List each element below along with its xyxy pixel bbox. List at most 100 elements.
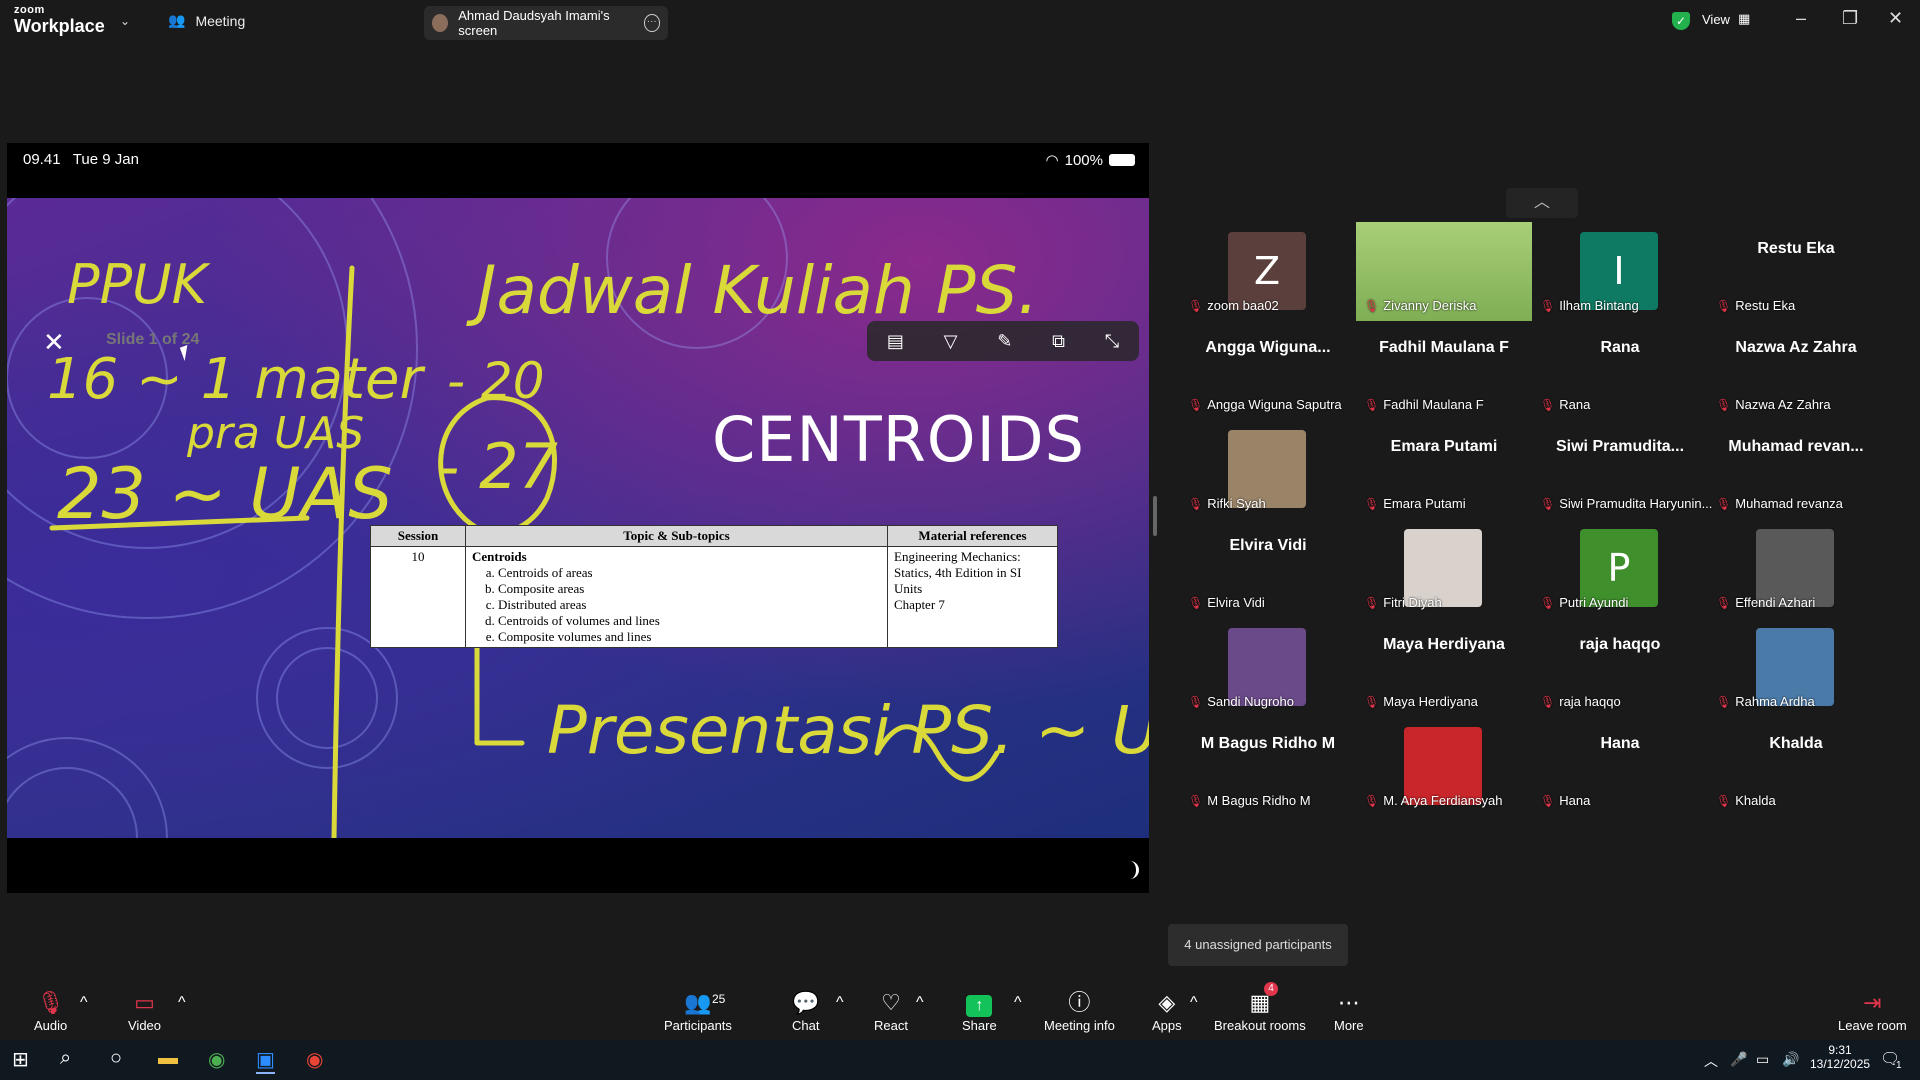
mic-muted-icon: 🎙 <box>1716 298 1732 313</box>
participant-tile[interactable]: Z 🎙 zoom baa02 <box>1180 222 1356 321</box>
clock[interactable]: 9:31 13/12/2025 <box>1810 1043 1870 1071</box>
participant-display-name: Maya Herdiyana <box>1383 636 1505 653</box>
participant-display-name: Restu Eka <box>1757 240 1835 257</box>
mic-muted-icon: 🎙 <box>1540 595 1556 610</box>
zoom-app-icon[interactable]: ▣ <box>256 1047 275 1074</box>
participant-display-name: Rana <box>1600 339 1640 356</box>
participant-tile[interactable]: M Bagus Ridho M 🎙 M Bagus Ridho M <box>1180 717 1356 816</box>
participant-tile[interactable]: 🎙 Sandi Nugroho <box>1180 618 1356 717</box>
share-button[interactable]: ↑ Share <box>962 990 997 1033</box>
participant-name-label: 🎙 Siwi Pramudita Haryunin... <box>1540 496 1712 511</box>
chevron-up-icon[interactable]: ︿ <box>1506 188 1578 218</box>
pen-icon[interactable]: ✎ <box>997 331 1012 352</box>
participant-name-label: 🎙 Ilham Bintang <box>1540 298 1639 313</box>
apps-caret-icon[interactable]: ^ <box>1190 994 1198 1012</box>
participant-tile[interactable]: Restu Eka 🎙 Restu Eka <box>1708 222 1884 321</box>
collapse-icon[interactable]: ⤡ <box>1105 331 1119 352</box>
participant-tile[interactable]: Rana 🎙 Rana <box>1532 321 1708 420</box>
participant-tile[interactable]: Elvira Vidi 🎙 Elvira Vidi <box>1180 519 1356 618</box>
tab-shared-screen[interactable]: Ahmad Daudsyah Imami's screen ··· <box>424 6 668 40</box>
network-icon[interactable]: ▭ <box>1756 1051 1769 1068</box>
participant-tile[interactable]: 🎙 Rifki Syah <box>1180 420 1356 519</box>
participant-tile[interactable]: P 🎙 Putri Ayundi <box>1532 519 1708 618</box>
apps-button[interactable]: ◈ Apps <box>1152 990 1182 1033</box>
react-caret-icon[interactable]: ^ <box>916 994 924 1012</box>
mic-muted-icon: 🎙 <box>1364 298 1380 313</box>
loading-spinner-icon <box>1121 861 1139 879</box>
participant-tile[interactable]: 🎙 M. Arya Ferdiansyah <box>1356 717 1532 816</box>
participant-tile[interactable]: Siwi Pramudita... 🎙 Siwi Pramudita Haryuni… <box>1532 420 1712 519</box>
participant-name: Hana <box>1559 793 1591 808</box>
chrome-icon[interactable]: ◉ <box>208 1047 225 1072</box>
annotation-line-1: 16 ~ 1 mater <box>47 347 425 412</box>
participant-name: Effendi Azhari <box>1735 595 1816 610</box>
participant-name-label: 🎙 Fadhil Maulana F <box>1364 397 1484 412</box>
view-button[interactable]: View ▦ <box>1702 11 1750 27</box>
slides-icon[interactable]: ⧉ <box>1052 331 1065 352</box>
more-options-icon[interactable]: ··· <box>643 14 660 32</box>
chat-caret-icon[interactable]: ^ <box>836 994 844 1012</box>
participant-tile[interactable]: Nazwa Az Zahra 🎙 Nazwa Az Zahra <box>1708 321 1884 420</box>
share-caret-icon[interactable]: ^ <box>1014 994 1022 1012</box>
notes-icon[interactable]: ▤ <box>887 331 904 352</box>
participant-name-label: 🎙 Rifki Syah <box>1188 496 1266 511</box>
close-icon[interactable]: ✕ <box>1888 8 1903 29</box>
meeting-tab-label: Meeting <box>195 12 246 29</box>
resize-handle[interactable] <box>1153 496 1157 536</box>
participant-name: Ilham Bintang <box>1559 298 1639 313</box>
mic-muted-icon: 🎙 <box>1540 694 1556 709</box>
security-shield-icon[interactable]: ✓ <box>1672 12 1690 30</box>
chat-button[interactable]: 💬 Chat <box>792 990 819 1033</box>
unassigned-participants-tooltip: 4 unassigned participants <box>1168 924 1348 966</box>
tab-meeting[interactable]: 👥 Meeting <box>168 12 245 29</box>
video-options-caret-icon[interactable]: ^ <box>178 994 186 1012</box>
video-button[interactable]: ▭ Video <box>128 990 161 1033</box>
participant-tile[interactable]: 🎙 Effendi Azhari <box>1708 519 1884 618</box>
mic-muted-icon: 🎙 <box>1188 298 1204 313</box>
participant-tile[interactable]: I 🎙 Ilham Bintang <box>1532 222 1708 321</box>
participant-name: Fadhil Maulana F <box>1383 397 1484 412</box>
tray-chevron-icon[interactable]: ︿ <box>1704 1051 1718 1071</box>
audio-button[interactable]: 🎙 Audio <box>34 990 67 1033</box>
header-references: Material references <box>887 525 1058 547</box>
mic-muted-icon: 🎙 <box>1188 694 1204 709</box>
leave-room-button[interactable]: ⇥ Leave room <box>1838 990 1907 1033</box>
react-button[interactable]: ♡ React <box>874 990 908 1033</box>
participant-tile[interactable]: raja haqqo 🎙 raja haqqo <box>1532 618 1708 717</box>
list-item: Distributed areas <box>498 597 881 613</box>
file-explorer-icon[interactable]: ▬ <box>158 1047 178 1070</box>
annotation-jadwal: Jadwal Kuliah PS. <box>466 252 1038 329</box>
windows-start-icon[interactable]: ⊞ <box>12 1047 29 1072</box>
more-button[interactable]: ⋯ More <box>1334 990 1364 1033</box>
close-slide-icon[interactable]: ✕ <box>43 327 65 358</box>
participant-tile[interactable]: Khalda 🎙 Khalda <box>1708 717 1884 816</box>
participant-tile[interactable]: Angga Wiguna... 🎙 Angga Wiguna Saputra <box>1180 321 1356 420</box>
audio-label: Audio <box>34 1018 68 1033</box>
volume-icon[interactable]: 🔊 <box>1782 1051 1799 1068</box>
participant-tile[interactable]: Fadhil Maulana F 🎙 Fadhil Maulana F <box>1356 321 1532 420</box>
participant-name-label: 🎙 Effendi Azhari <box>1716 595 1815 610</box>
annotation-20: - 20 <box>447 352 545 410</box>
participant-tile[interactable]: Emara Putami 🎙 Emara Putami <box>1356 420 1532 519</box>
breakout-rooms-button[interactable]: ▦ Breakout rooms <box>1214 990 1306 1033</box>
zoom-workplace-logo[interactable]: zoom Workplace <box>14 5 105 36</box>
participant-tile[interactable]: 🎙 Zivanny Deriska <box>1356 222 1532 321</box>
microphone-icon[interactable]: 🎤 <box>1730 1051 1747 1068</box>
task-view-icon[interactable]: ○ <box>110 1047 122 1070</box>
header-topic: Topic & Sub-topics <box>465 525 888 547</box>
meeting-info-button[interactable]: ⓘ Meeting info <box>1044 990 1115 1033</box>
participant-tile[interactable]: 🎙 Fitri Diyah <box>1356 519 1532 618</box>
shared-screen-view[interactable]: 09.41 Tue 9 Jan ◠ 100% PPUK 16 ~ 1 mater… <box>7 143 1149 893</box>
participant-tile[interactable]: Hana 🎙 Hana <box>1532 717 1708 816</box>
participant-tile[interactable]: Maya Herdiyana 🎙 Maya Herdiyana <box>1356 618 1532 717</box>
highlighter-icon[interactable]: ▽ <box>944 331 958 352</box>
audio-options-caret-icon[interactable]: ^ <box>80 994 88 1012</box>
chevron-down-icon[interactable]: ⌄ <box>120 14 130 28</box>
participant-tile[interactable]: 🎙 Rahma Ardha <box>1708 618 1884 717</box>
mic-muted-icon: 🎙 <box>1188 793 1204 808</box>
participant-tile[interactable]: Muhamad revan... 🎙 Muhamad revanza <box>1708 420 1884 519</box>
restore-icon[interactable]: ❐ <box>1842 8 1858 29</box>
minimize-icon[interactable]: – <box>1796 8 1806 29</box>
chrome-active-icon[interactable]: ◉ <box>306 1047 323 1072</box>
search-icon[interactable]: ⌕ <box>60 1047 71 1070</box>
